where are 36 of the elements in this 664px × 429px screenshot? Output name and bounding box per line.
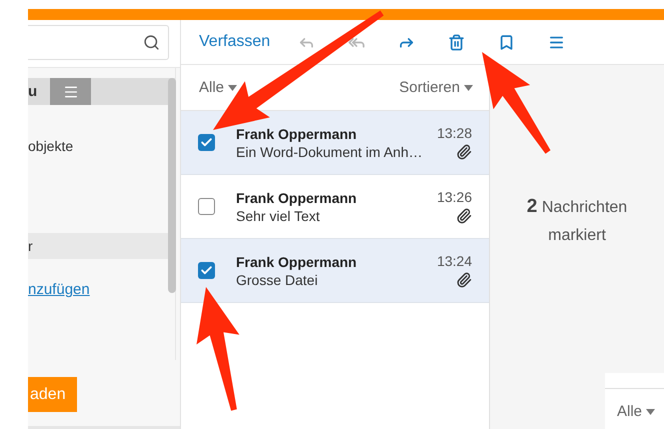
time: 13:26: [436, 189, 472, 205]
time: 13:28: [436, 125, 472, 141]
time: 13:24: [436, 253, 472, 269]
search-field[interactable]: [28, 25, 169, 60]
sender: Frank Oppermann: [236, 254, 358, 270]
checkbox[interactable]: [198, 198, 215, 215]
compose-link[interactable]: Verfassen: [199, 33, 270, 51]
bookmark-button[interactable]: [498, 34, 516, 50]
search-icon: [143, 34, 160, 51]
sender: Frank Oppermann: [236, 190, 358, 206]
check-icon: [200, 264, 213, 277]
sort-dropdown[interactable]: Sortieren: [399, 79, 473, 96]
message-row[interactable]: Frank Oppermann Ein Word-Dokument im Anh… 13:28: [181, 111, 489, 175]
filter-dropdown[interactable]: Alle: [199, 79, 238, 96]
caret-icon: [646, 408, 656, 414]
sender: Frank Oppermann: [236, 126, 358, 142]
filter-dropdown[interactable]: Alle: [617, 403, 664, 420]
subject: Ein Word-Dokument im Anh…: [236, 144, 424, 160]
subject: Grosse Datei: [236, 272, 319, 288]
caret-icon: [228, 84, 238, 90]
caret-icon: [464, 84, 473, 90]
add-link[interactable]: nzufügen: [28, 281, 90, 298]
folder-item[interactable]: r: [28, 233, 169, 259]
message-row[interactable]: Frank Oppermann Grosse Datei 13:24: [181, 239, 489, 303]
tab-label[interactable]: u: [28, 83, 50, 100]
trash-button[interactable]: [448, 34, 466, 50]
selection-summary: 2 Nachrichten markiert: [526, 195, 628, 246]
menu-button[interactable]: [50, 78, 91, 105]
check-icon: [200, 136, 213, 149]
subject: Sehr viel Text: [236, 208, 321, 224]
scrollbar[interactable]: [168, 78, 176, 293]
checkbox[interactable]: [198, 134, 215, 151]
checkbox[interactable]: [198, 262, 215, 279]
menu-button[interactable]: [548, 34, 566, 50]
menu-icon: [62, 84, 78, 100]
folder-item[interactable]: objekte: [28, 133, 169, 159]
